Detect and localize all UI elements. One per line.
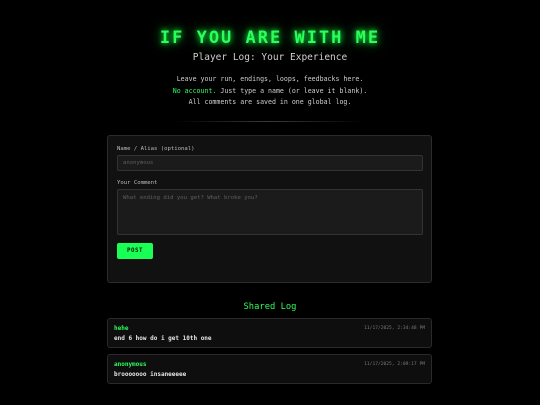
log-entry-time: 11/17/2025, 2:09:17 PM (364, 362, 425, 367)
post-button[interactable]: POST (117, 243, 153, 259)
intro-line-2: No account. Just type a name (or leave i… (0, 86, 540, 98)
log-entry-author: anonymous (114, 361, 147, 368)
name-label: Name / Alias (optional) (117, 146, 195, 152)
page-title: IF YOU ARE WITH ME (159, 28, 381, 48)
intro-text: Leave your run, endings, loops, feedback… (0, 74, 540, 109)
name-input[interactable] (117, 155, 423, 171)
intro-line-1: Leave your run, endings, loops, feedback… (176, 75, 364, 83)
comment-input[interactable] (117, 189, 423, 235)
log-entry-comment: end 6 how do i get 10th one (114, 335, 212, 342)
shared-log-title: Shared Log (243, 302, 297, 312)
log-entry-comment: brooooooo insaneeeee (114, 371, 187, 378)
intro-line-3: All comments are saved in one global log… (188, 98, 352, 106)
comment-form: Name / Alias (optional) Your Comment POS… (107, 135, 432, 283)
page-subtitle: Player Log: Your Experience (192, 52, 348, 63)
log-entry-time: 11/17/2025, 2:34:48 PM (364, 326, 425, 331)
header-divider (175, 121, 365, 122)
log-entry: hehe 11/17/2025, 2:34:48 PM end 6 how do… (107, 318, 432, 348)
intro-line-2-rest: Just type a name (or leave it blank). (216, 86, 368, 95)
log-entry: anonymous 11/17/2025, 2:09:17 PM brooooo… (107, 354, 432, 384)
log-entry-author: hehe (114, 325, 129, 332)
comment-label: Your Comment (117, 180, 158, 186)
intro-highlight: No account. (172, 86, 217, 95)
